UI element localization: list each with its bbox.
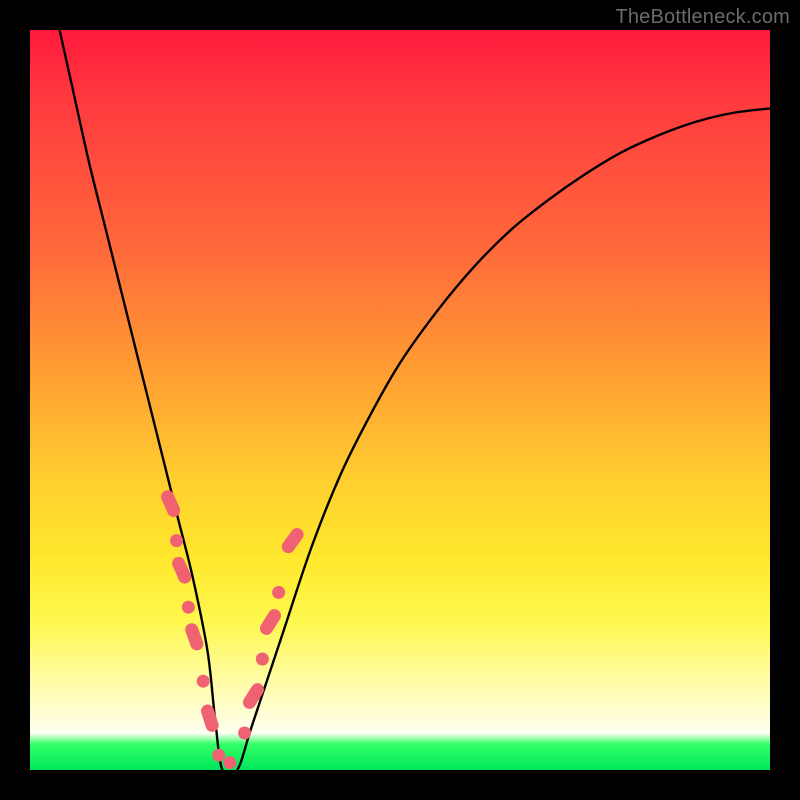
marker-pill <box>170 555 193 586</box>
marker-pill <box>279 525 306 555</box>
marker-pill <box>159 488 182 519</box>
marker-pill <box>258 607 284 638</box>
marker-dot <box>238 727 251 740</box>
marker-pill <box>199 703 220 734</box>
marker-dot <box>182 601 195 614</box>
plot-area <box>30 30 770 770</box>
marker-dot <box>197 675 210 688</box>
curve-svg <box>30 30 770 770</box>
marker-dot <box>223 756 236 769</box>
bottleneck-curve <box>60 30 770 776</box>
marker-dot <box>272 586 285 599</box>
marker-dot <box>256 653 269 666</box>
marker-dot <box>170 534 183 547</box>
marker-dot <box>212 749 225 762</box>
curve-line <box>60 30 770 776</box>
watermark-text: TheBottleneck.com <box>615 6 790 29</box>
chart-frame: TheBottleneck.com <box>0 0 800 800</box>
